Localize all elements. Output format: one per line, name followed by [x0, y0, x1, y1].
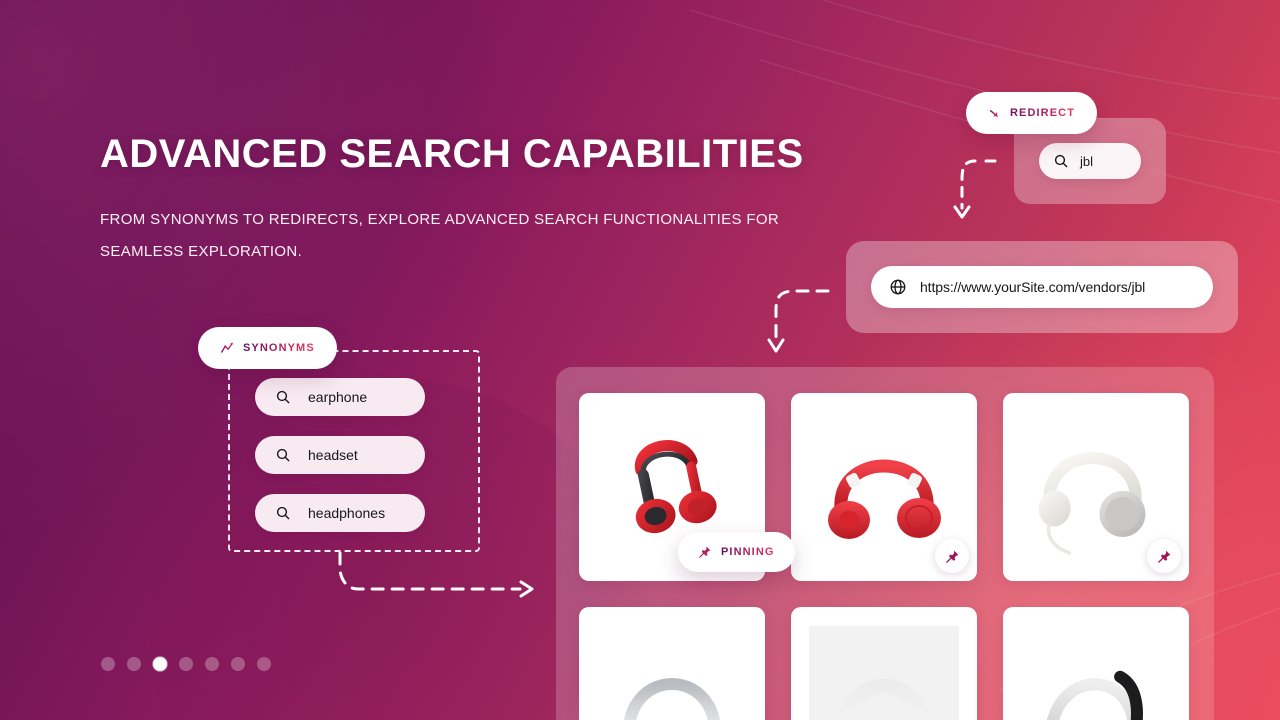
redirect-badge-label: REDIRECT	[1010, 107, 1076, 119]
synonym-chip-headset[interactable]: headset	[255, 436, 425, 474]
search-icon	[275, 389, 291, 405]
product-image-white-black	[1003, 607, 1189, 720]
pushpin-icon	[945, 550, 958, 563]
pinning-badge[interactable]: PINNING	[678, 532, 795, 572]
carousel-dot[interactable]	[101, 657, 115, 671]
carousel-dot-active[interactable]	[153, 657, 167, 671]
product-card[interactable]	[1003, 393, 1189, 581]
product-card[interactable]	[791, 607, 977, 720]
carousel-dots	[101, 657, 271, 671]
synonym-chip-label: headset	[308, 447, 358, 463]
synonym-chip-label: headphones	[308, 505, 386, 521]
pin-button[interactable]	[935, 539, 969, 573]
carousel-dot[interactable]	[231, 657, 245, 671]
pushpin-icon	[698, 545, 712, 559]
carousel-dot[interactable]	[205, 657, 219, 671]
product-grid	[579, 393, 1189, 720]
product-image-white-grey	[579, 607, 765, 720]
page-title: ADVANCED SEARCH CAPABILITIES	[100, 132, 804, 176]
arrow-down-right-icon	[988, 107, 1001, 120]
synonyms-badge-label: SYNONYMS	[243, 342, 315, 354]
carousel-dot[interactable]	[127, 657, 141, 671]
pushpin-icon	[1157, 550, 1170, 563]
product-card[interactable]	[579, 607, 765, 720]
product-image-white-matte	[791, 607, 977, 720]
product-card[interactable]	[791, 393, 977, 581]
synonym-chip-headphones[interactable]: headphones	[255, 494, 425, 532]
search-icon	[275, 447, 291, 463]
carousel-dot[interactable]	[179, 657, 193, 671]
redirect-search-value: jbl	[1080, 153, 1094, 169]
carousel-dot[interactable]	[257, 657, 271, 671]
globe-icon	[889, 278, 907, 296]
pinning-badge-label: PINNING	[721, 546, 775, 558]
url-value: https://www.yourSite.com/vendors/jbl	[920, 279, 1146, 295]
synonyms-chip-list: earphone headset headphones	[255, 378, 425, 532]
synonym-chip-earphone[interactable]: earphone	[255, 378, 425, 416]
product-card[interactable]	[1003, 607, 1189, 720]
redirect-search-box[interactable]: jbl	[1039, 143, 1141, 179]
search-icon	[1053, 153, 1069, 169]
synonym-chip-label: earphone	[308, 389, 368, 405]
url-bar[interactable]: https://www.yourSite.com/vendors/jbl	[871, 266, 1213, 308]
page-subtitle: FROM SYNONYMS TO REDIRECTS, EXPLORE ADVA…	[100, 211, 780, 260]
pin-button[interactable]	[1147, 539, 1181, 573]
redirect-badge[interactable]: REDIRECT	[966, 92, 1098, 134]
synonyms-badge[interactable]: SYNONYMS	[198, 327, 337, 369]
search-icon	[275, 505, 291, 521]
trend-scatter-icon	[220, 341, 234, 355]
